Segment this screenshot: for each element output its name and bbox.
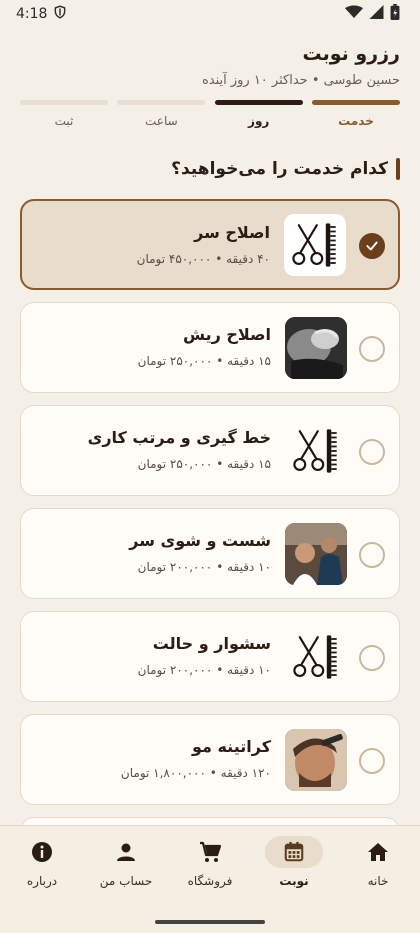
service-card-blowdry[interactable]: سشوار و حالت ۱۰ دقیقه • ۲۰۰,۰۰۰ تومان [20,611,400,702]
check-icon [366,241,378,251]
radio-unchecked[interactable] [359,748,385,774]
nav-label: فروشگاه [187,874,233,888]
service-name: سشوار و حالت [152,634,271,653]
home-indicator[interactable] [155,920,265,924]
step-progress-bar [312,100,400,105]
step-day[interactable]: روز [214,100,303,130]
section-title-text: کدام خدمت را می‌خواهید؟ [171,159,388,179]
step-label: ثبت [54,114,74,128]
service-meta: ۱۰ دقیقه • ۲۰۰,۰۰۰ تومان [137,560,271,574]
hair-wash-photo [285,523,347,585]
nav-item-shop[interactable]: فروشگاه [168,836,252,888]
radio-unchecked[interactable] [359,542,385,568]
step-label: ساعت [145,114,178,128]
shield-icon [53,5,67,23]
service-name: اصلاح سر [194,223,270,242]
step-label: خدمت [338,114,374,128]
nav-item-account[interactable]: حساب من [84,836,168,888]
section-accent-bar [396,158,400,180]
service-name: کراتینه مو [191,737,271,756]
service-name: شست و شوی سر [129,531,271,550]
nav-item-about[interactable]: درباره [0,836,84,888]
page-subtitle: حسین طوسی • حداکثر ۱۰ روز آینده [201,73,400,88]
radio-checked[interactable] [359,233,385,259]
service-meta: ۱۲۰ دقیقه • ۱,۸۰۰,۰۰۰ تومان [120,766,271,780]
scissors-comb-icon [284,214,346,276]
radio-unchecked[interactable] [359,645,385,671]
step-time: ساعت [117,100,206,130]
service-card-keratin[interactable]: کراتینه مو ۱۲۰ دقیقه • ۱,۸۰۰,۰۰۰ تومان [20,714,400,805]
step-progress-bar [117,100,206,105]
beard-shave-photo [285,317,347,379]
nav-item-appointment[interactable]: نوبت [252,836,336,888]
service-meta: ۴۰ دقیقه • ۴۵۰,۰۰۰ تومان [136,252,270,266]
service-card-lineup[interactable]: خط گیری و مرتب کاری ۱۵ دقیقه • ۲۵۰,۰۰۰ ت… [20,405,400,496]
nav-label: نوبت [279,874,309,888]
cart-icon [181,836,239,868]
nav-label: خانه [367,874,389,888]
step-confirm: ثبت [20,100,109,130]
calendar-icon [265,836,323,868]
radio-unchecked[interactable] [359,439,385,465]
bottom-navigation: خانه نوبت فروشگاه حساب من درباره [0,825,420,933]
status-bar: 4:18 [0,0,420,28]
page-title: رزرو نوبت [302,43,400,65]
step-label: روز [248,114,270,128]
scissors-comb-icon [285,420,347,482]
info-icon [13,836,71,868]
service-card-haircut[interactable]: اصلاح سر ۴۰ دقیقه • ۴۵۰,۰۰۰ تومان [20,199,400,290]
person-icon [97,836,155,868]
booking-stepper: خدمت روز ساعت ثبت [20,100,400,130]
header: رزرو نوبت حسین طوسی • حداکثر ۱۰ روز آیند… [20,40,400,91]
home-icon [349,836,407,868]
keratin-photo [285,729,347,791]
wifi-icon [345,5,363,23]
step-service[interactable]: خدمت [312,100,400,130]
section-title: کدام خدمت را می‌خواهید؟ [20,158,400,180]
step-progress-bar [20,100,109,105]
scissors-comb-icon [285,626,347,688]
service-meta: ۱۵ دقیقه • ۲۵۰,۰۰۰ تومان [137,354,271,368]
service-meta: ۱۰ دقیقه • ۲۰۰,۰۰۰ تومان [137,663,271,677]
radio-unchecked[interactable] [359,336,385,362]
nav-item-home[interactable]: خانه [336,836,420,888]
nav-label: درباره [26,874,58,888]
service-list: اصلاح سر ۴۰ دقیقه • ۴۵۰,۰۰۰ تومان اصلاح … [20,199,400,849]
step-progress-bar [214,100,303,105]
signal-icon [369,5,384,23]
battery-icon [390,4,400,24]
status-time: 4:18 [16,6,48,22]
service-card-beard[interactable]: اصلاح ریش ۱۵ دقیقه • ۲۵۰,۰۰۰ تومان [20,302,400,393]
service-name: اصلاح ریش [182,325,271,344]
nav-label: حساب من [99,874,153,888]
service-meta: ۱۵ دقیقه • ۲۵۰,۰۰۰ تومان [137,457,271,471]
service-card-wash[interactable]: شست و شوی سر ۱۰ دقیقه • ۲۰۰,۰۰۰ تومان [20,508,400,599]
service-name: خط گیری و مرتب کاری [87,428,271,447]
